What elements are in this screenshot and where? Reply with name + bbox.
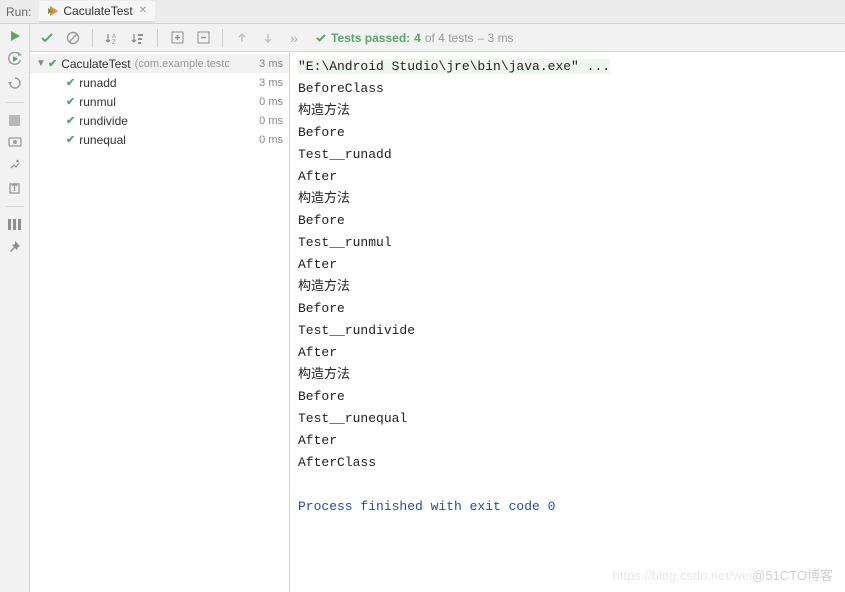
status-time: – 3 ms [478, 31, 514, 45]
expand-all-icon[interactable] [166, 27, 188, 49]
restore-layout-icon[interactable] [8, 158, 21, 171]
separator [222, 29, 223, 47]
console-line: 构造方法 [298, 364, 837, 386]
console-output[interactable]: "E:\Android Studio\jre\bin\java.exe" ...… [290, 52, 845, 592]
tree-item-time: 0 ms [259, 134, 283, 146]
separator [157, 29, 158, 47]
chevron-down-icon[interactable]: ▼ [36, 58, 48, 69]
rerun-icon[interactable] [9, 30, 21, 42]
console-exit: Process finished with exit code 0 [298, 496, 837, 518]
pass-icon: ✔ [66, 114, 75, 127]
console-line: 构造方法 [298, 188, 837, 210]
status-count: 4 [414, 31, 421, 45]
tree-root-name: CaculateTest [61, 57, 130, 71]
svg-text:Z: Z [112, 40, 116, 45]
tree-item-time: 0 ms [259, 115, 283, 127]
tree-item-name: runequal [79, 133, 126, 147]
pass-icon: ✔ [66, 95, 75, 108]
close-icon[interactable]: ✕ [139, 5, 147, 16]
separator [92, 29, 93, 47]
sort-duration-icon[interactable] [127, 27, 149, 49]
tree-item[interactable]: ✔ runadd 3 ms [30, 73, 289, 92]
run-tab[interactable]: CaculateTest ✕ [39, 1, 155, 23]
watermark: https://blog.csdn.net/wei@51CTO博客 [613, 565, 833, 584]
tree-item[interactable]: ✔ runequal 0 ms [30, 130, 289, 149]
rerun-failed-icon[interactable] [8, 52, 22, 66]
pass-icon: ✔ [66, 133, 75, 146]
toggle-auto-icon[interactable] [8, 76, 22, 90]
pass-icon: ✔ [48, 57, 57, 70]
separator [6, 102, 24, 103]
tree-item[interactable]: ✔ rundivide 0 ms [30, 111, 289, 130]
collapse-all-icon[interactable] [192, 27, 214, 49]
console-line: Test__runmul [298, 232, 837, 254]
console-line: After [298, 166, 837, 188]
console-line: Before [298, 386, 837, 408]
show-passed-icon[interactable] [36, 27, 58, 49]
tree-item-time: 0 ms [259, 96, 283, 108]
console-line: Before [298, 298, 837, 320]
console-line: After [298, 430, 837, 452]
console-line: Test__runequal [298, 408, 837, 430]
tab-title: CaculateTest [63, 4, 132, 18]
watermark-faded: https://blog.csdn.net/wei [613, 568, 752, 583]
separator [6, 206, 24, 207]
tree-root-meta: (com.example.testc [135, 58, 230, 70]
console-line: After [298, 254, 837, 276]
console-line: AfterClass [298, 452, 837, 474]
show-ignored-icon[interactable] [62, 27, 84, 49]
console-line: Test__rundivide [298, 320, 837, 342]
stop-icon[interactable] [9, 115, 20, 126]
console-line: 构造方法 [298, 276, 837, 298]
run-config-icon [47, 5, 59, 17]
watermark-text: @51CTO博客 [752, 568, 833, 583]
tree-item-name: runmul [79, 95, 116, 109]
status-of: of 4 tests [425, 31, 474, 45]
test-tree: ▼ ✔ CaculateTest (com.example.testc 3 ms… [30, 52, 290, 592]
dump-icon[interactable] [8, 136, 22, 148]
more-icon[interactable]: » [283, 27, 305, 49]
tree-item-name: runadd [79, 76, 116, 90]
tree-root[interactable]: ▼ ✔ CaculateTest (com.example.testc 3 ms [30, 54, 289, 73]
pass-icon: ✔ [66, 76, 75, 89]
pin-icon[interactable] [8, 240, 21, 253]
tree-item-name: rundivide [79, 114, 128, 128]
sort-alpha-icon[interactable]: AZ [101, 27, 123, 49]
prev-failed-icon[interactable] [231, 27, 253, 49]
console-line: BeforeClass [298, 78, 837, 100]
left-toolbar [0, 24, 30, 592]
console-command: "E:\Android Studio\jre\bin\java.exe" ... [298, 59, 610, 74]
console-line: Before [298, 210, 837, 232]
export-icon[interactable] [8, 181, 21, 194]
tree-item[interactable]: ✔ runmul 0 ms [30, 92, 289, 111]
next-failed-icon[interactable] [257, 27, 279, 49]
console-line: After [298, 342, 837, 364]
status-prefix: Tests passed: [331, 31, 410, 45]
run-header: Run: CaculateTest ✕ [0, 0, 845, 24]
console-line: 构造方法 [298, 100, 837, 122]
tree-root-time: 3 ms [259, 58, 283, 70]
console-line: Test__runadd [298, 144, 837, 166]
run-label: Run: [6, 5, 31, 19]
test-status: Tests passed: 4 of 4 tests – 3 ms [315, 31, 514, 45]
test-toolbar: AZ » Tests passed: 4 [30, 24, 845, 52]
tree-item-time: 3 ms [259, 77, 283, 89]
console-line: Before [298, 122, 837, 144]
layout-icon[interactable] [8, 219, 21, 230]
